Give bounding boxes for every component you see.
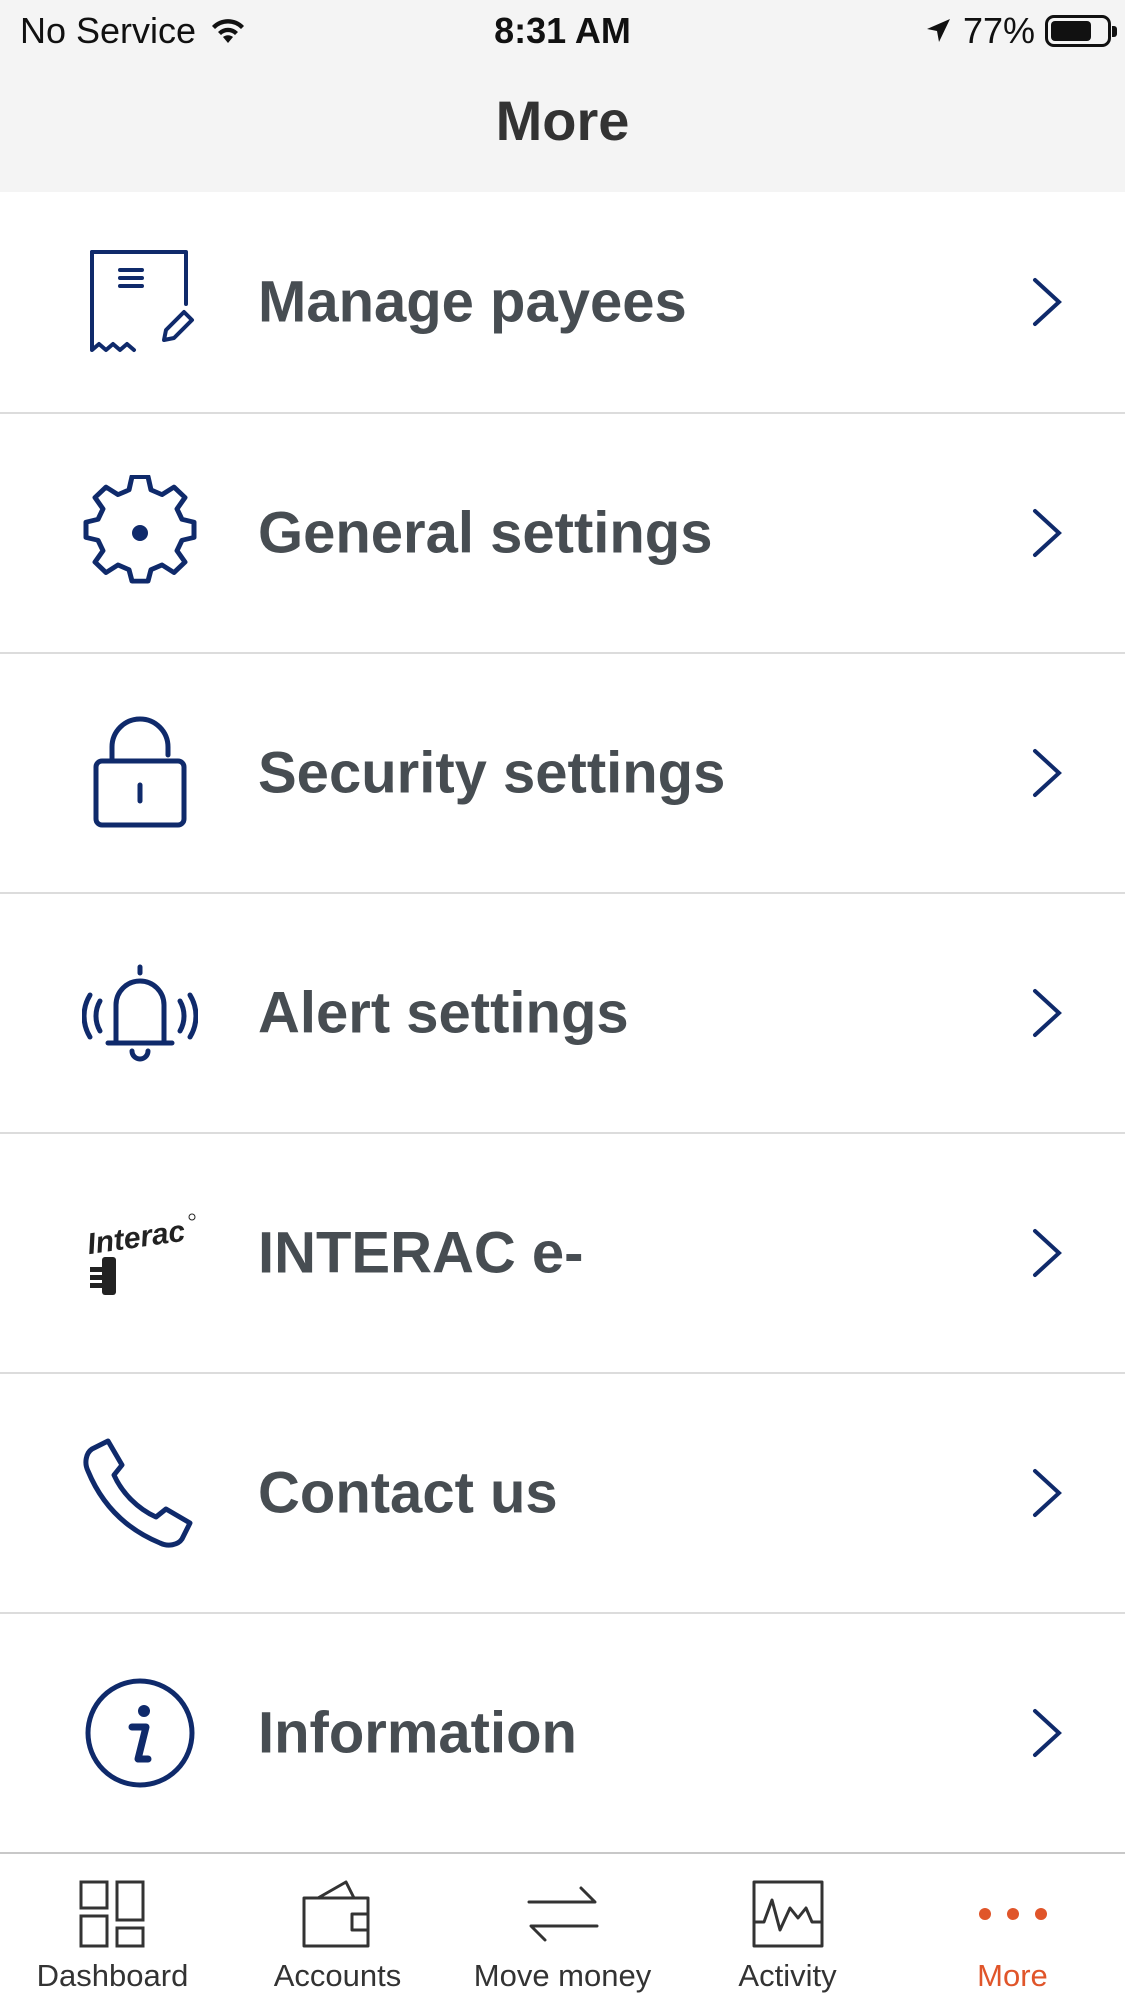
tab-move-money[interactable]: Move money	[450, 1854, 675, 2003]
tab-accounts[interactable]: Accounts	[225, 1854, 450, 2003]
menu-item-general-settings[interactable]: General settings	[0, 414, 1125, 654]
status-right: 77%	[923, 10, 1117, 52]
transfer-arrows-icon	[523, 1874, 603, 1954]
battery-percent: 77%	[962, 10, 1035, 51]
status-bar: No Service 8:31 AM 77%	[0, 0, 1125, 62]
menu-item-information[interactable]: Information	[0, 1614, 1125, 1854]
chevron-right-icon	[1033, 278, 1062, 326]
info-icon	[82, 1675, 198, 1791]
chevron-right-icon	[1033, 509, 1062, 557]
tab-more[interactable]: More	[900, 1854, 1125, 2003]
menu-item-label: Alert settings	[258, 980, 629, 1046]
tab-bar: Dashboard Accounts Move money Activity M…	[0, 1852, 1125, 2001]
tab-label: More	[977, 1958, 1048, 1993]
lock-icon	[82, 715, 198, 831]
activity-chart-icon	[748, 1874, 828, 1954]
menu-item-alert-settings[interactable]: Alert settings	[0, 894, 1125, 1134]
menu-item-label: INTERAC e-	[258, 1220, 584, 1286]
tab-label: Dashboard	[36, 1958, 189, 1993]
dashboard-icon	[73, 1874, 153, 1954]
bell-icon	[82, 955, 198, 1071]
menu-item-label: Information	[258, 1700, 577, 1766]
chevron-right-icon	[1033, 749, 1062, 797]
tab-activity[interactable]: Activity	[675, 1854, 900, 2003]
phone-icon	[82, 1435, 198, 1551]
location-arrow-icon	[926, 19, 950, 42]
menu-item-label: Security settings	[258, 740, 726, 806]
menu-item-contact-us[interactable]: Contact us	[0, 1374, 1125, 1614]
chevron-right-icon	[1033, 1709, 1062, 1757]
chevron-right-icon	[1033, 989, 1062, 1037]
tab-label: Accounts	[273, 1958, 402, 1993]
interac-logo: Interac	[82, 1195, 198, 1311]
tab-label: Move money	[473, 1958, 652, 1993]
menu-item-label: Manage payees	[258, 269, 687, 335]
chevron-right-icon	[1033, 1229, 1062, 1277]
more-dots-icon	[973, 1874, 1053, 1954]
menu-list: Manage payees General settings Security …	[0, 192, 1125, 1854]
tab-dashboard[interactable]: Dashboard	[0, 1854, 225, 2003]
menu-item-label: Contact us	[258, 1460, 558, 1526]
nav-header: More	[0, 62, 1125, 192]
page-title: More	[495, 89, 630, 152]
tab-label: Activity	[738, 1958, 837, 1993]
menu-item-label: General settings	[258, 500, 713, 566]
menu-item-interac[interactable]: Interac INTERAC e-	[0, 1134, 1125, 1374]
payee-receipt-icon	[82, 244, 198, 360]
svg-text:Interac: Interac	[85, 1215, 187, 1261]
wallet-icon	[298, 1874, 378, 1954]
battery-icon	[1045, 15, 1117, 47]
menu-item-manage-payees[interactable]: Manage payees	[0, 192, 1125, 414]
chevron-right-icon	[1033, 1469, 1062, 1517]
menu-item-security-settings[interactable]: Security settings	[0, 654, 1125, 894]
gear-icon	[82, 475, 198, 591]
